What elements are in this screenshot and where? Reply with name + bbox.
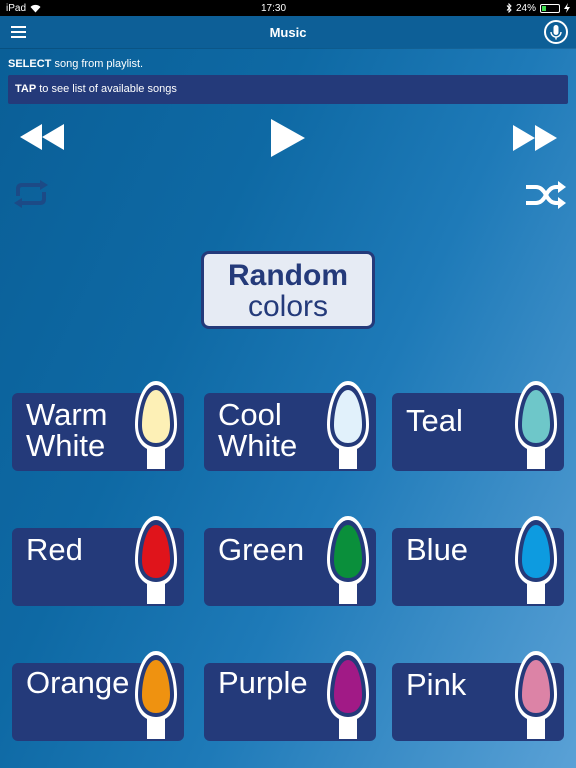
color-button-label: Blue: [406, 532, 469, 567]
light-bulb-icon: [327, 651, 369, 739]
battery-icon: [540, 3, 560, 13]
nav-bar: Music: [0, 16, 576, 48]
fast-forward-icon[interactable]: [513, 125, 557, 151]
charging-icon: [564, 3, 570, 13]
repeat-icon[interactable]: [11, 180, 51, 208]
color-button-orange[interactable]: Orange: [12, 651, 184, 741]
random-label-line2: colors: [247, 290, 329, 323]
hamburger-menu-icon[interactable]: [11, 26, 26, 38]
tap-text: to see list of available songs: [36, 83, 177, 95]
microphone-icon[interactable]: [544, 20, 568, 44]
color-button-teal[interactable]: Teal: [392, 381, 564, 471]
light-bulb-icon: [135, 651, 177, 739]
color-button-label: Pink: [406, 667, 467, 702]
shuffle-icon[interactable]: [526, 181, 566, 209]
color-button-label: Cool White: [218, 397, 298, 463]
light-bulb-icon: [135, 516, 177, 604]
color-button-red[interactable]: Red: [12, 516, 184, 606]
page-title: Music: [269, 24, 307, 40]
color-button-label: Orange: [26, 665, 130, 700]
select-text: song from playlist.: [51, 58, 144, 70]
light-bulb-icon: [515, 381, 557, 469]
random-label-line1: Random: [228, 259, 348, 292]
color-button-pink[interactable]: Pink: [392, 651, 564, 741]
color-button-label: Teal: [406, 403, 463, 438]
color-button-purple[interactable]: Purple: [204, 651, 376, 741]
bluetooth-icon: [506, 3, 512, 13]
random-colors-button[interactable]: Random colors: [201, 251, 375, 329]
light-bulb-icon: [327, 516, 369, 604]
rewind-icon[interactable]: [20, 124, 64, 150]
battery-percent: 24%: [515, 2, 536, 14]
device-name: iPad: [6, 2, 27, 14]
light-bulb-icon: [515, 651, 557, 739]
light-bulb-icon: [327, 381, 369, 469]
light-bulb-icon: [135, 381, 177, 469]
select-instruction: SELECT song from playlist.: [8, 58, 143, 70]
select-keyword: SELECT: [8, 58, 52, 70]
wifi-icon: [30, 4, 41, 12]
color-button-cool-white[interactable]: Cool White: [204, 381, 376, 471]
color-button-green[interactable]: Green: [204, 516, 376, 606]
color-button-warm-white[interactable]: Warm White: [12, 381, 184, 471]
color-button-label: Green: [218, 532, 305, 567]
color-button-label: Purple: [218, 665, 308, 700]
color-button-label: Warm White: [26, 397, 108, 463]
tap-keyword: TAP: [15, 83, 37, 95]
color-button-blue[interactable]: Blue: [392, 516, 564, 606]
playlist-bar[interactable]: TAP to see list of available songs: [8, 75, 568, 104]
status-bar: iPad 17:30 24%: [0, 0, 576, 16]
clock: 17:30: [260, 2, 287, 14]
light-bulb-icon: [515, 516, 557, 604]
play-icon[interactable]: [271, 119, 305, 157]
color-button-label: Red: [26, 532, 83, 567]
